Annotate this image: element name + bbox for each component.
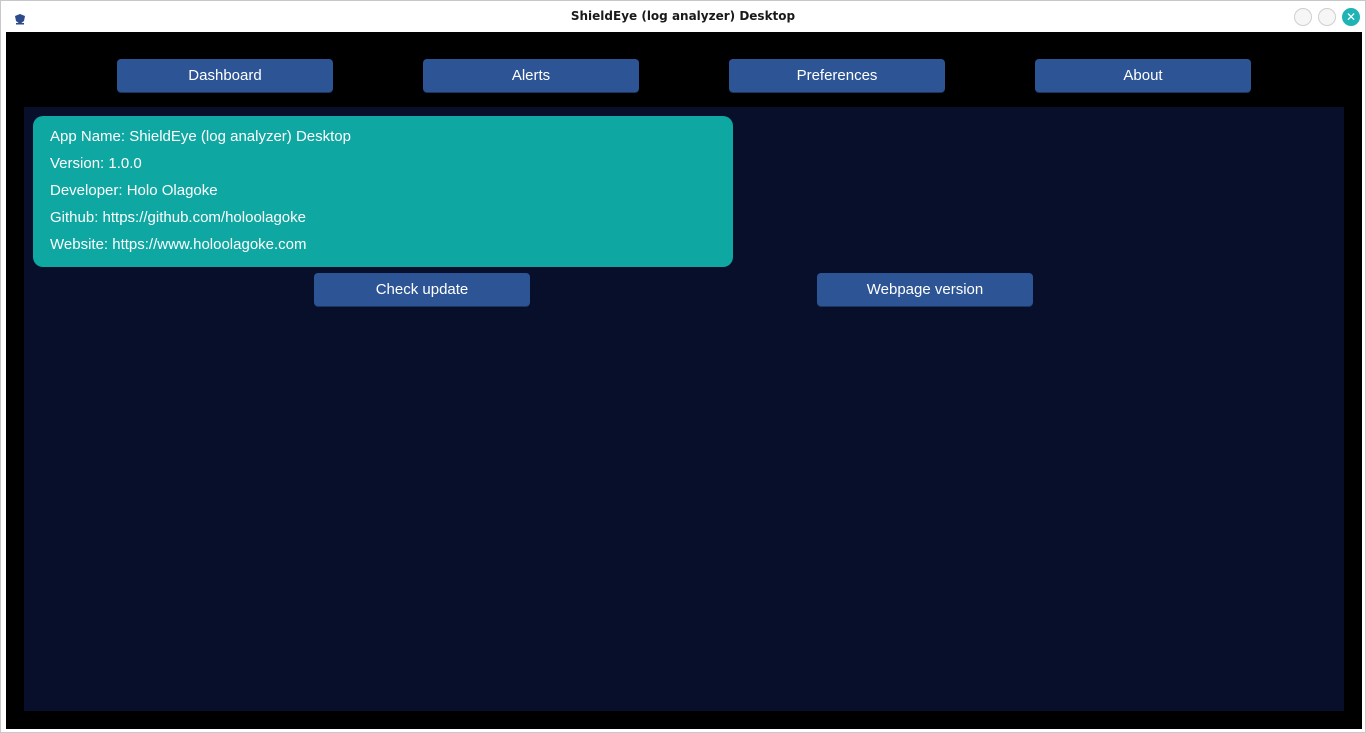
github-text: Github: https://github.com/holoolagoke <box>50 209 306 226</box>
window-title: ShieldEye (log analyzer) Desktop <box>570 9 796 23</box>
nav-about-button[interactable]: About <box>1035 59 1251 92</box>
maximize-icon[interactable] <box>1318 8 1336 26</box>
about-panel: App Name: ShieldEye (log analyzer) Deskt… <box>24 107 1344 711</box>
title-bar: ShieldEye (log analyzer) Desktop ✕ <box>1 1 1365 32</box>
check-update-button[interactable]: Check update <box>314 273 530 306</box>
app-window: ShieldEye (log analyzer) Desktop ✕ Dashb… <box>0 0 1366 733</box>
app-client-area: Dashboard Alerts Preferences About App N… <box>6 32 1362 729</box>
about-info-card: App Name: ShieldEye (log analyzer) Deskt… <box>33 116 733 267</box>
nav-preferences-button[interactable]: Preferences <box>729 59 945 92</box>
website-text: Website: https://www.holoolagoke.com <box>50 236 307 253</box>
close-icon[interactable]: ✕ <box>1342 8 1360 26</box>
nav-dashboard-button[interactable]: Dashboard <box>117 59 333 92</box>
version-text: Version: 1.0.0 <box>50 155 142 172</box>
nav-alerts-button[interactable]: Alerts <box>423 59 639 92</box>
minimize-icon[interactable] <box>1294 8 1312 26</box>
app-name-text: App Name: ShieldEye (log analyzer) Deskt… <box>50 128 351 145</box>
webpage-version-button[interactable]: Webpage version <box>817 273 1033 306</box>
developer-text: Developer: Holo Olagoke <box>50 182 218 199</box>
